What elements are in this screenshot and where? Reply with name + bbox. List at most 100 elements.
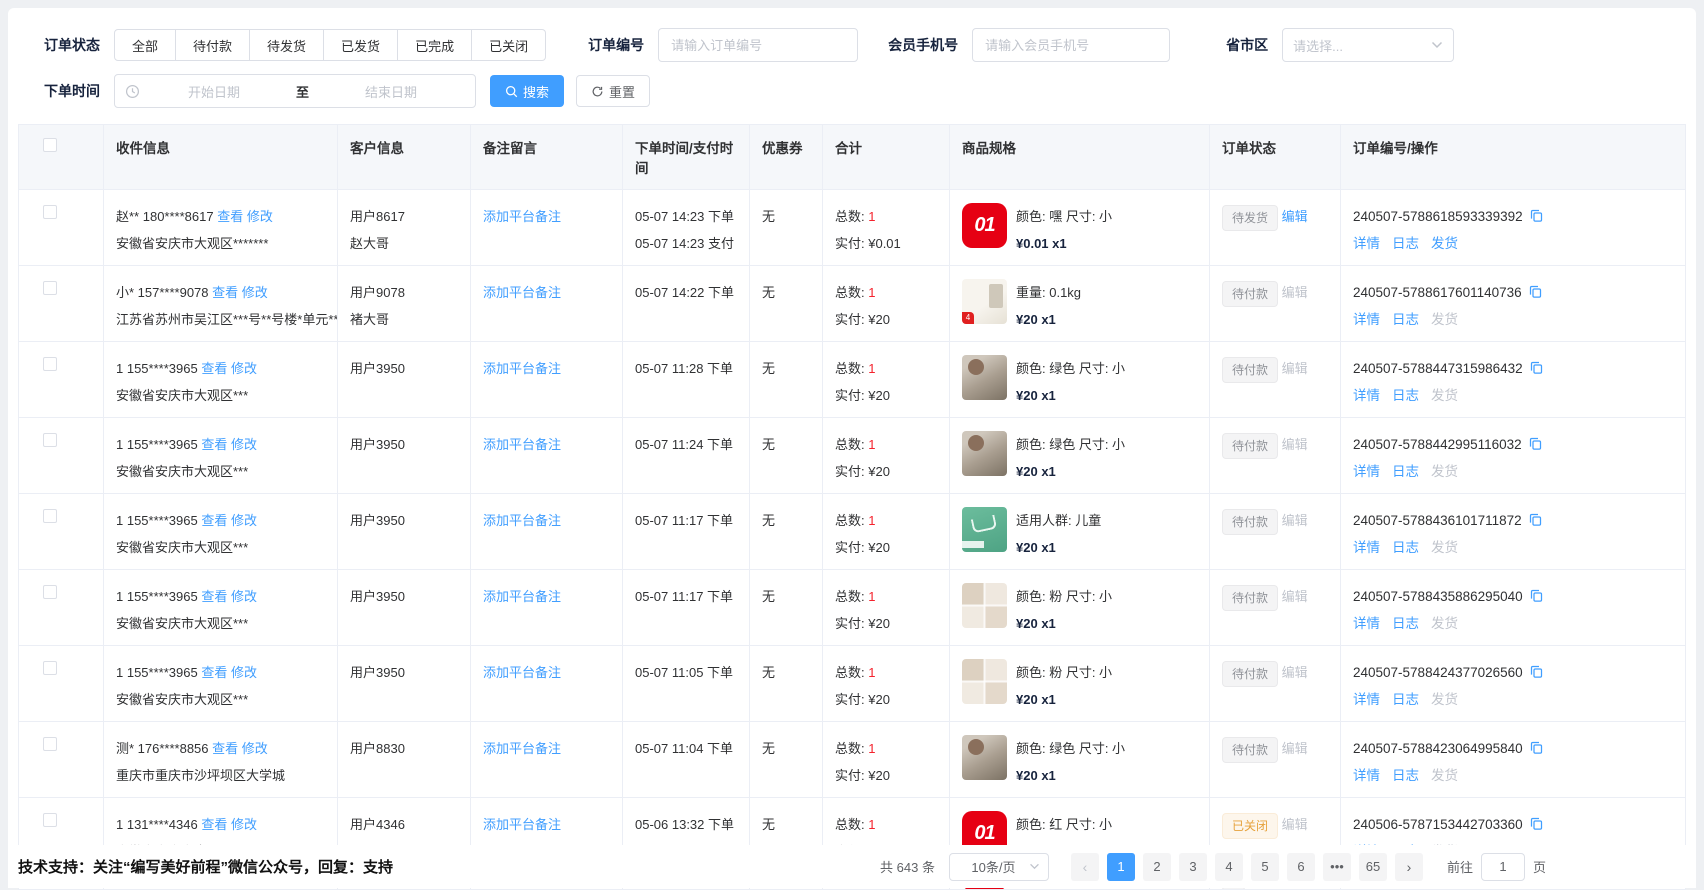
add-note-link[interactable]: 添加平台备注 [483,513,561,528]
view-link[interactable]: 查看 [201,817,227,832]
page-button-2[interactable]: 2 [1143,853,1171,881]
log-link[interactable]: 日志 [1392,236,1419,251]
add-note-link[interactable]: 添加平台备注 [483,741,561,756]
log-link[interactable]: 日志 [1392,768,1419,783]
status-line: 待发货 编辑 [1222,203,1330,231]
add-note-link[interactable]: 添加平台备注 [483,437,561,452]
row-checkbox[interactable] [43,813,57,827]
add-note-link[interactable]: 添加平台备注 [483,665,561,680]
order-no-input[interactable] [658,28,858,62]
view-link[interactable]: 查看 [201,665,227,680]
row-checkbox[interactable] [43,509,57,523]
copy-icon[interactable] [1528,512,1543,527]
detail-link[interactable]: 详情 [1353,464,1380,479]
log-link[interactable]: 日志 [1392,540,1419,555]
log-link[interactable]: 日志 [1392,692,1419,707]
detail-link[interactable]: 详情 [1353,616,1380,631]
checkbox-cell [19,190,104,265]
modify-link[interactable]: 修改 [227,817,257,832]
log-link[interactable]: 日志 [1392,388,1419,403]
status-tab-2[interactable]: 待发货 [250,29,324,61]
row-checkbox[interactable] [43,357,57,371]
date-end-placeholder[interactable]: 结束日期 [317,82,465,101]
phone-input[interactable] [972,28,1170,62]
view-link[interactable]: 查看 [201,589,227,604]
goto-page-input[interactable] [1481,853,1525,881]
customer-line: 赵大哥 [350,230,460,257]
page-button-3[interactable]: 3 [1179,853,1207,881]
copy-icon[interactable] [1528,284,1543,299]
modify-link[interactable]: 修改 [238,285,268,300]
status-tab-3[interactable]: 已发货 [324,29,398,61]
add-note-link[interactable]: 添加平台备注 [483,817,561,832]
row-checkbox[interactable] [43,433,57,447]
copy-icon[interactable] [1529,360,1544,375]
view-link[interactable]: 查看 [201,361,227,376]
detail-link[interactable]: 详情 [1353,692,1380,707]
column-header: 商品规格 [950,125,1210,189]
view-link[interactable]: 查看 [201,437,227,452]
page-button-4[interactable]: 4 [1215,853,1243,881]
view-link[interactable]: 查看 [201,513,227,528]
page-size-select[interactable]: 10条/页 [949,853,1049,881]
edit-link: 编辑 [1278,513,1308,528]
date-range-input[interactable]: 开始日期 至 结束日期 [114,74,476,108]
status-tab-4[interactable]: 已完成 [398,29,472,61]
region-select[interactable]: 请选择... [1282,28,1454,62]
prev-page-button[interactable]: ‹ [1071,853,1099,881]
copy-icon[interactable] [1529,664,1544,679]
copy-icon[interactable] [1529,740,1544,755]
ship-link[interactable]: 发货 [1431,236,1458,251]
row-checkbox[interactable] [43,737,57,751]
spec-text: 颜色: 嘿 尺寸: 小 [1016,203,1112,230]
modify-link[interactable]: 修改 [238,741,268,756]
modify-link[interactable]: 修改 [243,209,273,224]
status-tab-0[interactable]: 全部 [114,29,176,61]
detail-link[interactable]: 详情 [1353,388,1380,403]
receiver-name: 1 131****4346 [116,817,201,832]
date-start-placeholder[interactable]: 开始日期 [140,82,288,101]
modify-link[interactable]: 修改 [227,361,257,376]
copy-icon[interactable] [1529,816,1544,831]
status-tab-5[interactable]: 已关闭 [472,29,546,61]
row-checkbox[interactable] [43,585,57,599]
receiver-address: 安徽省安庆市大观区*** [116,534,327,561]
add-note-link[interactable]: 添加平台备注 [483,285,561,300]
modify-link[interactable]: 修改 [227,437,257,452]
receiver-name: 小* 157****9078 [116,285,212,300]
edit-link[interactable]: 编辑 [1278,209,1308,224]
select-all-checkbox[interactable] [43,138,57,152]
detail-link[interactable]: 详情 [1353,236,1380,251]
copy-icon[interactable] [1529,588,1544,603]
copy-icon[interactable] [1528,436,1543,451]
page-button-6[interactable]: 6 [1287,853,1315,881]
next-page-button[interactable]: › [1395,853,1423,881]
modify-link[interactable]: 修改 [227,665,257,680]
detail-link[interactable]: 详情 [1353,768,1380,783]
status-tab-1[interactable]: 待付款 [176,29,250,61]
row-checkbox[interactable] [43,661,57,675]
view-link[interactable]: 查看 [212,285,238,300]
row-checkbox[interactable] [43,281,57,295]
more-pages-button[interactable]: ••• [1323,853,1351,881]
modify-link[interactable]: 修改 [227,589,257,604]
search-button[interactable]: 搜索 [490,75,564,107]
add-note-link[interactable]: 添加平台备注 [483,589,561,604]
copy-icon[interactable] [1529,208,1544,223]
view-link[interactable]: 查看 [217,209,243,224]
add-note-link[interactable]: 添加平台备注 [483,209,561,224]
log-link[interactable]: 日志 [1392,616,1419,631]
modify-link[interactable]: 修改 [227,513,257,528]
detail-link[interactable]: 详情 [1353,540,1380,555]
page-button-5[interactable]: 5 [1251,853,1279,881]
receiver-name: 1 155****3965 [116,513,201,528]
page-button-1[interactable]: 1 [1107,853,1135,881]
log-link[interactable]: 日志 [1392,464,1419,479]
reset-button[interactable]: 重置 [576,75,650,107]
row-checkbox[interactable] [43,205,57,219]
page-button-65[interactable]: 65 [1359,853,1387,881]
view-link[interactable]: 查看 [212,741,238,756]
add-note-link[interactable]: 添加平台备注 [483,361,561,376]
detail-link[interactable]: 详情 [1353,312,1380,327]
log-link[interactable]: 日志 [1392,312,1419,327]
